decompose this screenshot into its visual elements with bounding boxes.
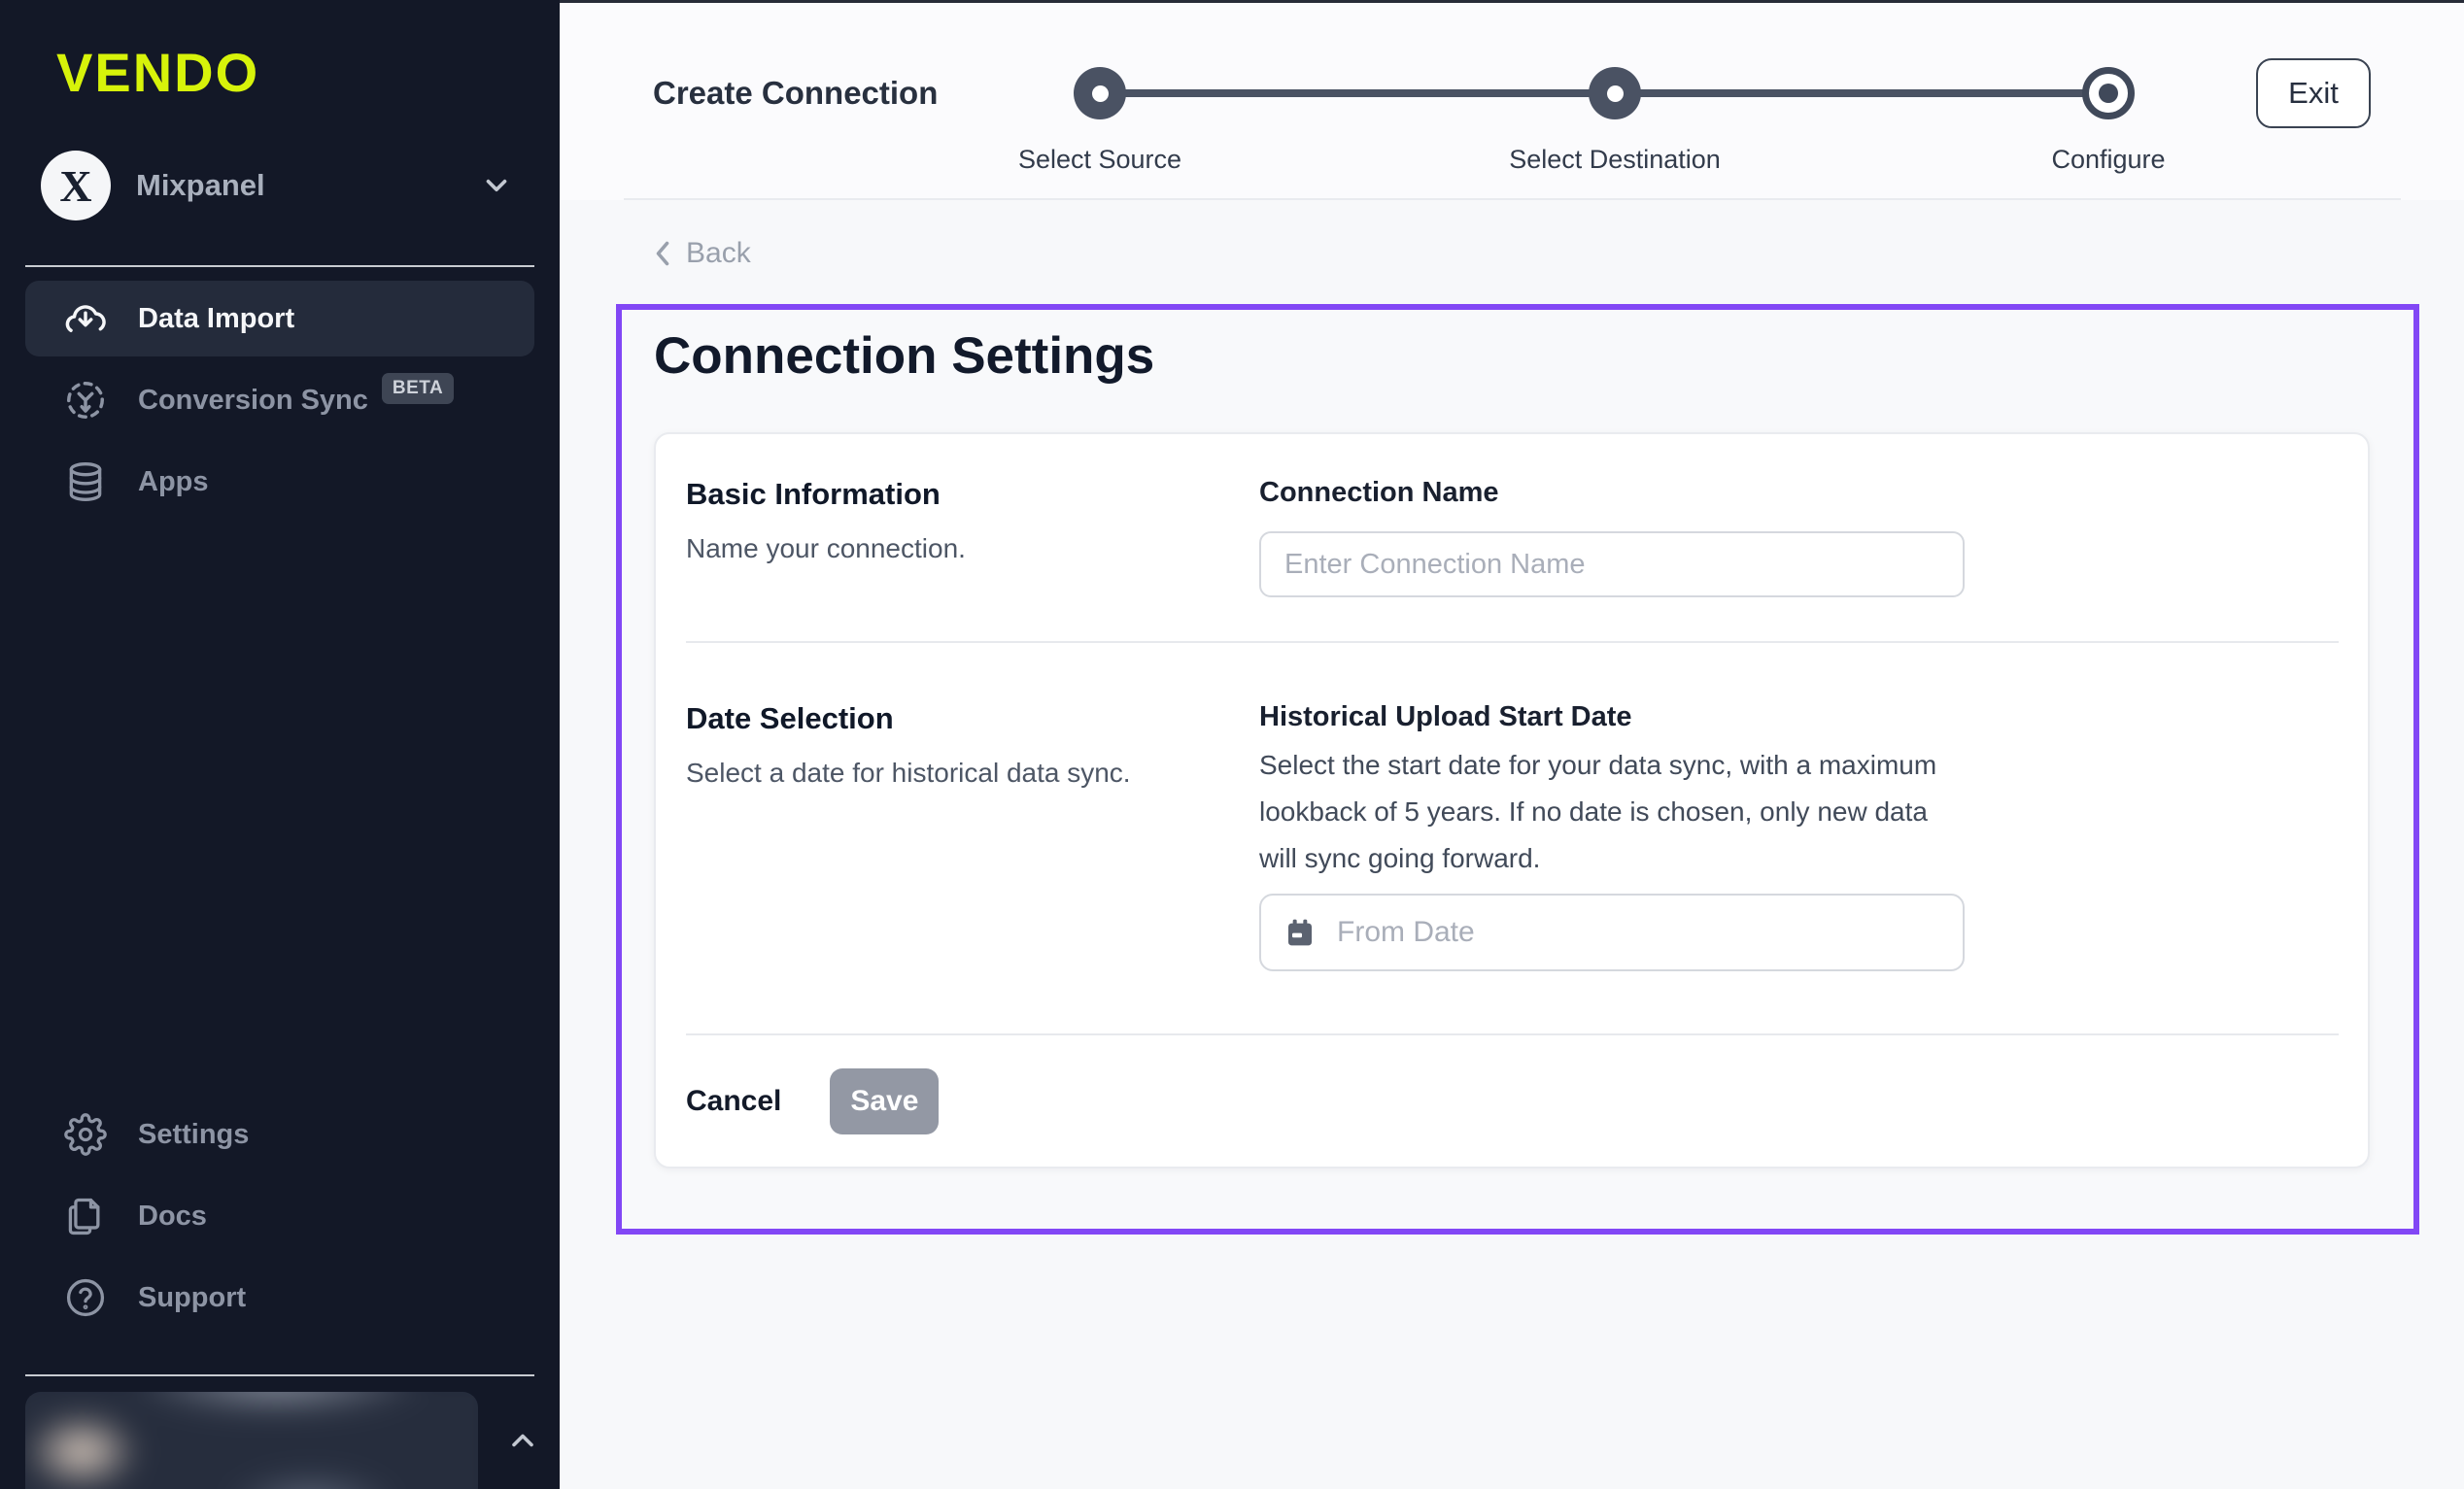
sidebar-item-data-import[interactable]: Data Import — [25, 281, 534, 356]
sidebar-divider-top — [25, 265, 534, 267]
database-icon — [62, 458, 109, 505]
sync-split-icon — [62, 377, 109, 423]
save-button[interactable]: Save — [830, 1068, 939, 1134]
connection-name-input[interactable] — [1259, 531, 1965, 597]
page-title: Create Connection — [653, 75, 938, 112]
sidebar-item-label: Apps — [138, 466, 209, 498]
date-selection-intro: Date Selection Select a date for histori… — [686, 699, 1259, 971]
workspace-selector[interactable]: X Mixpanel — [25, 141, 534, 230]
help-icon — [62, 1274, 109, 1321]
vendo-logo: VENDO — [56, 41, 560, 104]
connection-settings-panel: Connection Settings Basic Information Na… — [616, 304, 2419, 1235]
redaction-blur — [25, 1392, 478, 1489]
sidebar-item-conversion-sync[interactable]: Conversion Sync BETA — [25, 362, 534, 438]
calendar-icon — [1284, 917, 1316, 948]
sidebar-item-label: Data Import — [138, 303, 294, 335]
sidebar-item-settings[interactable]: Settings — [25, 1097, 534, 1172]
sidebar-item-apps[interactable]: Apps — [25, 444, 534, 520]
user-account-row[interactable] — [25, 1392, 534, 1489]
start-date-label: Historical Upload Start Date — [1259, 699, 2339, 734]
section-title: Date Selection — [686, 699, 1259, 738]
sidebar-item-label: Settings — [138, 1119, 249, 1151]
back-label: Back — [686, 237, 751, 270]
chevron-up-icon[interactable] — [505, 1423, 540, 1458]
step-label-select-destination: Select Destination — [1420, 145, 1809, 175]
wizard-content: Back Connection Settings Basic Informati… — [560, 200, 2464, 1489]
step-dot-select-source[interactable] — [1074, 67, 1126, 119]
workspace-name: Mixpanel — [136, 168, 480, 203]
gear-icon — [62, 1111, 109, 1158]
mixpanel-logo-icon: X — [41, 151, 111, 220]
sidebar-item-docs[interactable]: Docs — [25, 1178, 534, 1254]
step-label-configure: Configure — [1914, 145, 2303, 175]
chevron-down-icon — [480, 169, 513, 202]
basic-information-intro: Basic Information Name your connection. — [686, 475, 1259, 597]
sidebar-divider-bottom — [25, 1374, 534, 1376]
card-footer: Cancel Save — [656, 1035, 2368, 1167]
sidebar: VENDO X Mixpanel Data Import — [0, 0, 560, 1489]
panel-title: Connection Settings — [654, 325, 2413, 388]
from-date-field[interactable] — [1259, 894, 1965, 971]
sidebar-nav: Data Import Conversion Sync BETA — [0, 275, 560, 520]
sidebar-footer-nav: Settings Docs Support — [0, 1091, 560, 1336]
sidebar-spacer — [0, 520, 560, 1083]
user-account-redacted — [25, 1392, 478, 1489]
step-dot-configure[interactable] — [2082, 67, 2135, 119]
section-description: Select a date for historical data sync. — [686, 756, 1259, 791]
from-date-input[interactable] — [1337, 916, 1939, 949]
section-title: Basic Information — [686, 475, 1259, 514]
beta-badge: BETA — [382, 373, 454, 404]
basic-information-row: Basic Information Name your connection. … — [656, 434, 2368, 641]
sidebar-item-label: Support — [138, 1282, 246, 1314]
connection-name-label: Connection Name — [1259, 475, 2339, 510]
start-date-help-text: Select the start date for your data sync… — [1259, 742, 1939, 882]
wizard-header: Create Connection Select Source Select D… — [560, 3, 2464, 200]
main-area: Create Connection Select Source Select D… — [560, 0, 2464, 1489]
cancel-button[interactable]: Cancel — [686, 1085, 781, 1118]
exit-button[interactable]: Exit — [2256, 58, 2371, 128]
chevron-left-icon — [651, 239, 674, 268]
cloud-download-icon — [62, 295, 109, 342]
settings-card: Basic Information Name your connection. … — [654, 432, 2370, 1168]
back-link[interactable]: Back — [651, 237, 751, 270]
date-selection-row: Date Selection Select a date for histori… — [656, 643, 2368, 1033]
sidebar-item-label: Conversion Sync — [138, 385, 368, 417]
basic-information-fields: Connection Name — [1259, 475, 2339, 597]
docs-icon — [62, 1193, 109, 1239]
sidebar-item-support[interactable]: Support — [25, 1260, 534, 1336]
step-dot-select-destination[interactable] — [1589, 67, 1641, 119]
sidebar-item-label: Docs — [138, 1201, 207, 1233]
section-description: Name your connection. — [686, 531, 1259, 566]
date-selection-fields: Historical Upload Start Date Select the … — [1259, 699, 2339, 971]
step-label-select-source: Select Source — [906, 145, 1294, 175]
